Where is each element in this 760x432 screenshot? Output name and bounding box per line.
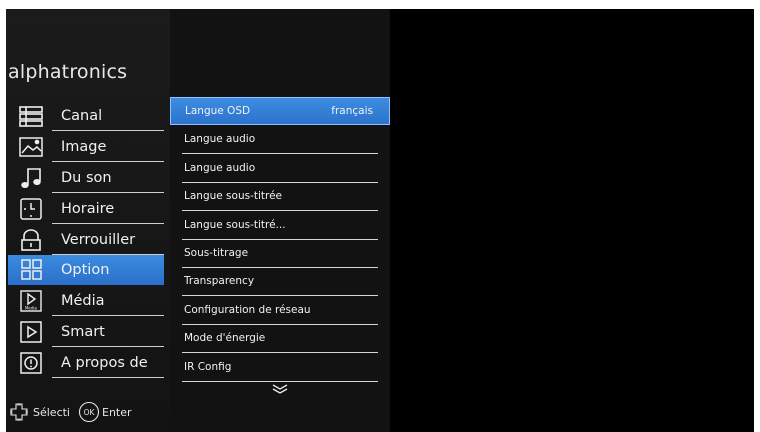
nav-item-du-son[interactable]: Du son (8, 163, 164, 193)
nav-item-option[interactable]: Option (8, 255, 164, 285)
nav-label: Verrouiller (61, 232, 136, 248)
nav-item-a-propos-de[interactable]: A propos de (8, 348, 164, 378)
nav-label: Smart (61, 324, 105, 340)
picture-icon (14, 135, 48, 159)
ok-button-icon: OK (78, 401, 100, 423)
submenu-item-label: Langue OSD (185, 105, 251, 117)
svg-text:OK: OK (84, 408, 96, 417)
dpad-icon (9, 402, 29, 422)
submenu-item-label: Mode d'énergie (184, 332, 266, 344)
nav-label: Image (61, 139, 107, 155)
option-submenu: Langue OSD français Langue audio Langue … (170, 9, 390, 432)
submenu-item-langue-audio[interactable]: Langue audio (170, 126, 390, 154)
grid-icon (14, 258, 48, 282)
submenu-item-label: Langue audio (184, 162, 256, 174)
nav-item-horaire[interactable]: Horaire (8, 194, 164, 224)
media-play-icon: Media (14, 289, 48, 313)
list-icon (14, 104, 48, 128)
submenu-item-label: Langue sous-titré... (184, 219, 286, 231)
submenu-item-label: IR Config (184, 361, 232, 373)
nav-label: Option (61, 262, 110, 278)
smart-play-icon (14, 320, 48, 344)
submenu-item-ir-config[interactable]: IR Config (170, 354, 390, 382)
clock-icon (14, 197, 48, 221)
music-note-icon (14, 166, 48, 190)
enter-hint-label: Enter (102, 405, 132, 419)
submenu-item-label: Transparency (184, 275, 255, 287)
lock-icon (14, 228, 48, 252)
submenu-item-label: Langue sous-titrée (184, 190, 283, 202)
sidebar: alphatronics Canal Image Du son Horaire … (6, 9, 170, 432)
submenu-item-label: Langue audio (184, 133, 256, 145)
info-icon (14, 351, 48, 375)
scroll-down-chevron-icon[interactable] (264, 381, 296, 397)
nav-label: Média (61, 293, 105, 309)
submenu-item-transparency[interactable]: Transparency (170, 268, 390, 296)
svg-text:Media: Media (25, 306, 38, 311)
submenu-item-label: Configuration de réseau (184, 304, 311, 316)
submenu-item-langue-sous-titree-2[interactable]: Langue sous-titré... (170, 212, 390, 240)
submenu-item-langue-osd[interactable]: Langue OSD français (170, 97, 390, 125)
nav-label: A propos de (61, 355, 148, 371)
nav-item-verrouiller[interactable]: Verrouiller (8, 225, 164, 255)
tv-menu: alphatronics Canal Image Du son Horaire … (6, 9, 754, 432)
nav-item-media[interactable]: Media Média (8, 286, 164, 316)
select-hint-label: Sélecti (33, 405, 70, 419)
submenu-item-value: français (331, 105, 373, 117)
key-hints: Sélecti OK Enter (8, 399, 168, 425)
nav-item-canal[interactable]: Canal (8, 101, 164, 131)
brand-logo: alphatronics (8, 61, 128, 83)
submenu-item-label: Sous-titrage (184, 247, 249, 259)
submenu-item-mode-d-energie[interactable]: Mode d'énergie (170, 325, 390, 353)
submenu-item-sous-titrage[interactable]: Sous-titrage (170, 240, 390, 268)
screen: alphatronics Canal Image Du son Horaire … (0, 0, 760, 432)
nav-item-image[interactable]: Image (8, 132, 164, 162)
nav-item-smart[interactable]: Smart (8, 317, 164, 347)
nav-label: Horaire (61, 201, 115, 217)
submenu-item-configuration-de-reseau[interactable]: Configuration de réseau (170, 297, 390, 325)
submenu-item-langue-sous-titree[interactable]: Langue sous-titrée (170, 183, 390, 211)
nav-label: Du son (61, 170, 112, 186)
nav-label: Canal (61, 108, 103, 124)
submenu-item-langue-audio-2[interactable]: Langue audio (170, 155, 390, 183)
